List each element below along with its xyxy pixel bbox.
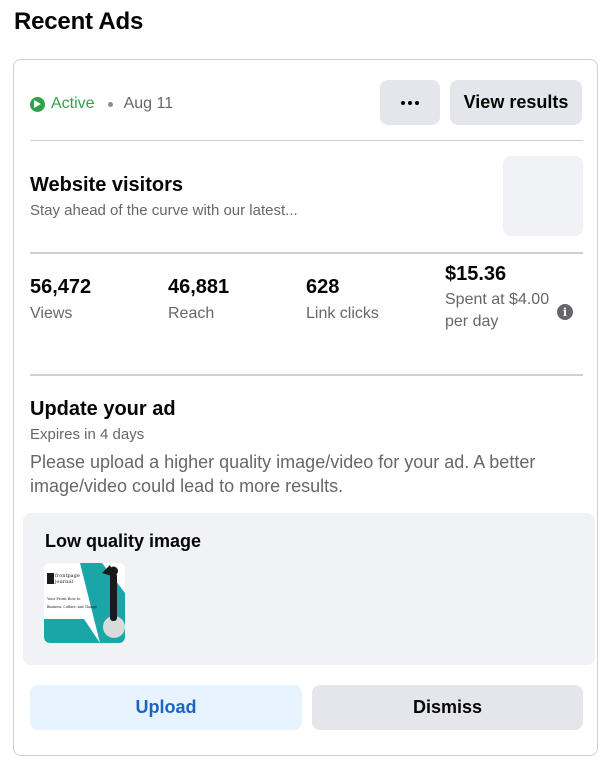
separator-dot <box>107 101 113 107</box>
divider <box>30 140 583 141</box>
more-options-button[interactable] <box>380 80 440 125</box>
low-quality-title: Low quality image <box>45 531 202 551</box>
play-icon <box>30 96 45 112</box>
metric-amount-spent: $15.36 Spent at $4.00 per day <box>445 263 555 333</box>
dismiss-button[interactable]: Dismiss <box>312 685 583 730</box>
ad-objective-title: Website visitors <box>30 174 184 196</box>
svg-text:Business, Culture, and Change: Business, Culture, and Change <box>47 605 97 609</box>
metric-views: 56,472 Views <box>30 276 91 325</box>
info-icon[interactable]: i <box>557 304 573 320</box>
divider <box>30 252 583 254</box>
upload-button[interactable]: Upload <box>30 685 302 730</box>
metric-label: Spent at $4.00 per day <box>445 291 550 330</box>
metric-link-clicks: 628 Link clicks <box>306 276 379 325</box>
metric-value: 46,881 <box>168 276 230 298</box>
metric-value: $15.36 <box>445 263 507 285</box>
metric-value: 56,472 <box>30 276 92 298</box>
page-title: Recent Ads <box>14 8 144 35</box>
metric-value: 628 <box>306 276 340 298</box>
metric-label: Views <box>30 305 73 322</box>
update-section-title: Update your ad <box>30 398 176 420</box>
recent-ad-card: Active Aug 11 View results Website visit… <box>13 59 598 756</box>
svg-text:journal: journal <box>54 579 73 585</box>
ad-date: Aug 11 <box>123 95 174 112</box>
metric-reach: 46,881 Reach <box>168 276 229 325</box>
low-quality-image-panel: Low quality image frontpage journal Your… <box>23 513 595 665</box>
view-results-button[interactable]: View results <box>450 80 582 125</box>
metric-label: Link clicks <box>306 305 379 322</box>
expires-text: Expires in 4 days <box>30 426 145 443</box>
svg-text:Your Front Row to: Your Front Row to <box>46 597 80 601</box>
update-message: Please upload a higher quality image/vid… <box>30 452 536 496</box>
ad-thumbnail[interactable] <box>503 156 583 236</box>
ad-description: Stay ahead of the curve with our latest.… <box>30 202 298 219</box>
ad-status-row: Active Aug 11 <box>30 82 173 126</box>
divider <box>30 374 583 376</box>
ad-status: Active <box>51 95 95 112</box>
ad-creative-image: frontpage journal Your Front Row to Busi… <box>44 563 125 643</box>
metric-label: Reach <box>168 305 215 322</box>
